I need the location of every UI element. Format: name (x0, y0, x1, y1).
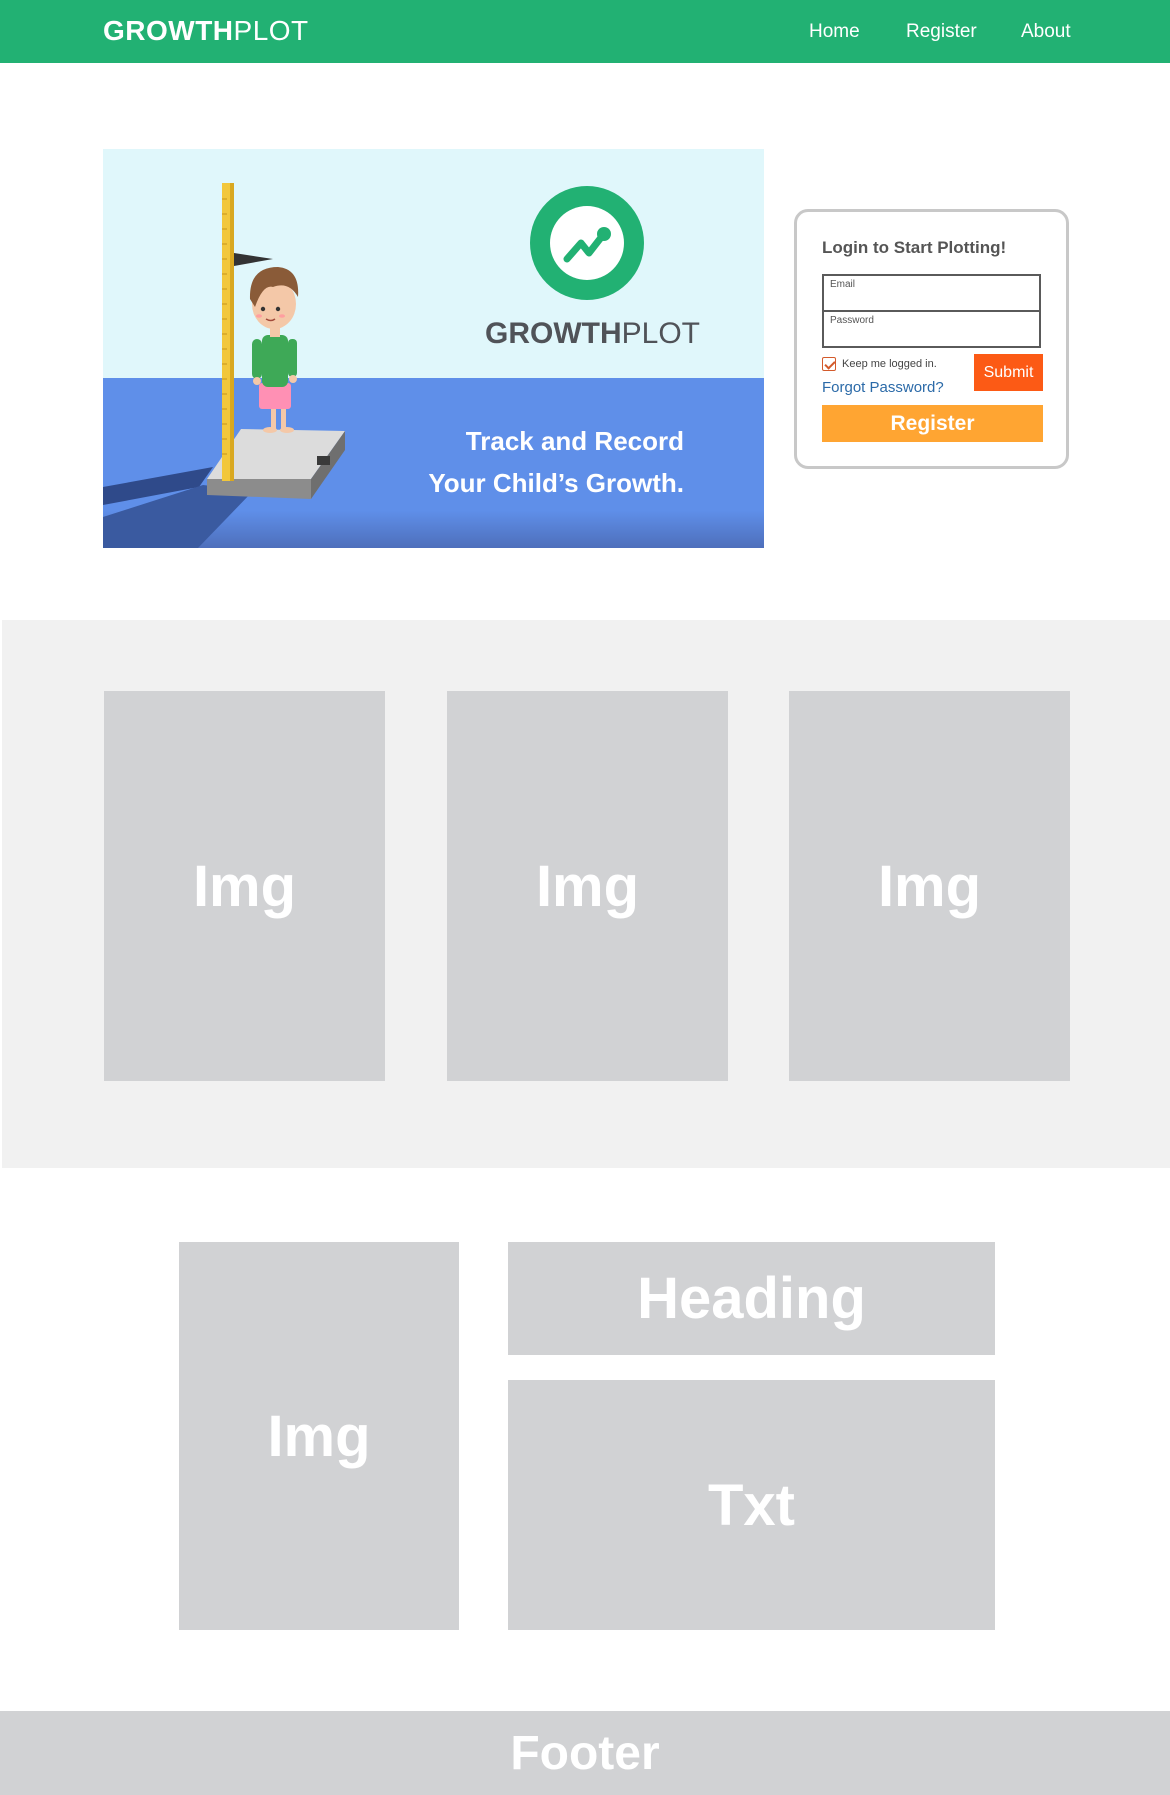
hero-banner: GROWTHPLOT Track and Record Your Child’s… (103, 149, 764, 548)
password-input[interactable] (824, 312, 1039, 346)
keep-logged-in-row[interactable]: Keep me logged in. (822, 356, 937, 372)
email-input[interactable] (824, 276, 1039, 310)
nav-home-link[interactable]: Home (809, 20, 860, 44)
content-text: Txt (508, 1380, 995, 1630)
hero-logo-bold: GROWTH (485, 317, 622, 350)
brand-bold: GROWTH (103, 15, 234, 46)
brand-logo[interactable]: GROWTHPLOT (103, 14, 309, 48)
keep-logged-in-label: Keep me logged in. (842, 358, 937, 370)
submit-button[interactable]: Submit (974, 354, 1043, 391)
hero-logo-text: GROWTHPLOT (485, 316, 700, 352)
password-field: Password (822, 310, 1041, 348)
feature-band: Img Img Img (2, 620, 1170, 1168)
brand-light: PLOT (233, 15, 309, 46)
nav-about-link[interactable]: About (1021, 20, 1071, 44)
register-button[interactable]: Register (822, 405, 1043, 442)
email-field: Email (822, 274, 1041, 312)
feature-image-1: Img (104, 691, 385, 1081)
login-panel: Login to Start Plotting! Email Password … (794, 209, 1069, 469)
keep-logged-in-checkbox[interactable] (822, 357, 836, 371)
content-heading: Heading (508, 1242, 995, 1355)
footer: Footer (0, 1711, 1170, 1795)
top-navbar: GROWTHPLOT Home Register About (0, 0, 1170, 63)
hero-tagline-line2: Your Child’s Growth. (428, 468, 684, 498)
hero-logo-light: PLOT (621, 317, 700, 350)
feature-image-3: Img (789, 691, 1070, 1081)
login-title: Login to Start Plotting! (822, 238, 1007, 257)
nav-register-link[interactable]: Register (906, 20, 977, 44)
forgot-password-link[interactable]: Forgot Password? (822, 379, 944, 397)
content-image: Img (179, 1242, 459, 1630)
feature-image-2: Img (447, 691, 728, 1081)
hero-tagline-line1: Track and Record (465, 426, 684, 456)
